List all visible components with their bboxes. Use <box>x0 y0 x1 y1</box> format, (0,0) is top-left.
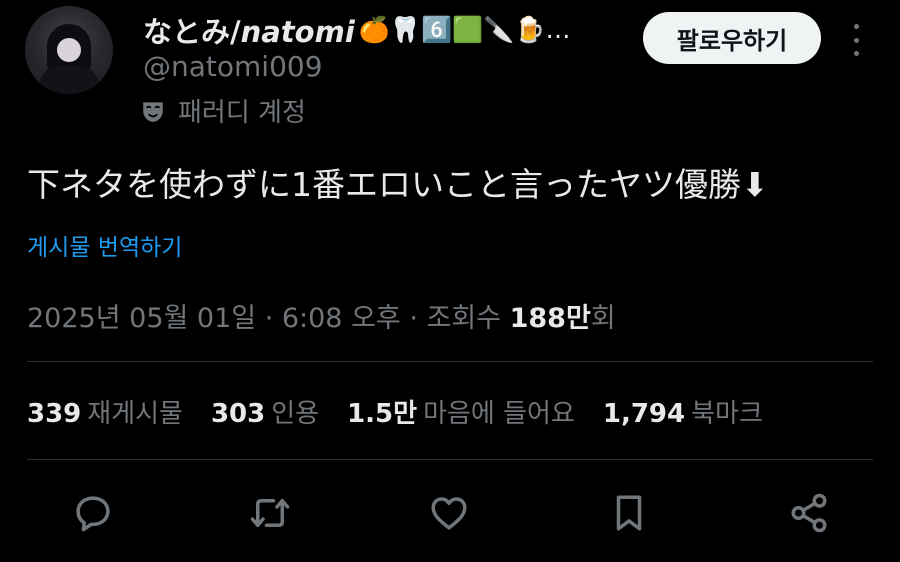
divider <box>27 459 873 460</box>
author-handle[interactable]: @natomi009 <box>143 50 323 83</box>
share-icon <box>791 493 827 533</box>
display-name-latin: natomi <box>240 15 355 49</box>
stat-reposts[interactable]: 339 재게시물 <box>27 393 183 430</box>
avatar-body <box>39 66 99 94</box>
tweet-timestamp[interactable]: 2025년 05월 01일 · 6:08 오후 · 조회수 <box>27 303 510 334</box>
stats-row: 339 재게시물 303 인용 1.5만 마음에 들어요 1,794 북마크 <box>27 393 763 430</box>
divider <box>27 361 873 362</box>
stat-label: 재게시물 <box>87 399 183 429</box>
more-dot <box>853 37 859 43</box>
stat-number: 339 <box>27 399 82 429</box>
like-button[interactable] <box>426 490 472 536</box>
like-icon <box>431 497 467 530</box>
avatar[interactable] <box>25 6 113 94</box>
parody-mask-icon <box>143 101 163 122</box>
share-button[interactable] <box>786 490 832 536</box>
author-name-row[interactable]: なとみ/natomi 🍊🦷6️⃣🟩🔪🍺… <box>143 10 571 50</box>
parody-badge: 패러디 계정 <box>140 92 306 129</box>
stat-bookmarks[interactable]: 1,794 북마크 <box>603 393 763 430</box>
stat-label: 마음에 들어요 <box>423 399 575 429</box>
follow-button[interactable]: 팔로우하기 <box>643 12 821 64</box>
stat-quotes[interactable]: 303 인용 <box>211 393 319 430</box>
display-name-jp: なとみ/ <box>143 15 241 49</box>
reply-icon <box>76 496 110 532</box>
tweet-text: 下ネタを使わずに1番エロいこと言ったヤツ優勝⬇ <box>27 165 769 204</box>
parody-label: 패러디 계정 <box>178 98 306 128</box>
repost-button[interactable] <box>247 490 293 536</box>
stat-label: 북마크 <box>691 399 763 429</box>
name-emojis: 🍊🦷6️⃣🟩🔪🍺… <box>358 15 571 44</box>
avatar-face <box>57 38 81 62</box>
bookmark-button[interactable] <box>606 490 652 536</box>
view-count: 188만 <box>509 303 591 334</box>
retweet-icon <box>250 499 290 527</box>
stat-number: 1.5만 <box>347 399 418 429</box>
more-dot <box>853 51 859 56</box>
more-options-icon[interactable] <box>845 24 867 56</box>
stat-number: 1,794 <box>602 399 686 429</box>
stat-likes[interactable]: 1.5만 마음에 들어요 <box>347 393 575 430</box>
translate-link[interactable]: 게시물 번역하기 <box>27 228 182 262</box>
display-name[interactable]: なとみ/natomi <box>143 9 355 51</box>
more-dot <box>853 24 859 29</box>
stat-number: 303 <box>210 399 266 429</box>
tweet-meta: 2025년 05월 01일 · 6:08 오후 · 조회수 188만회 <box>27 296 616 335</box>
stat-label: 인용 <box>271 399 320 429</box>
bookmark-icon <box>616 495 642 531</box>
reply-button[interactable] <box>70 490 116 536</box>
action-bar <box>0 490 900 540</box>
view-suffix: 회 <box>590 303 616 334</box>
